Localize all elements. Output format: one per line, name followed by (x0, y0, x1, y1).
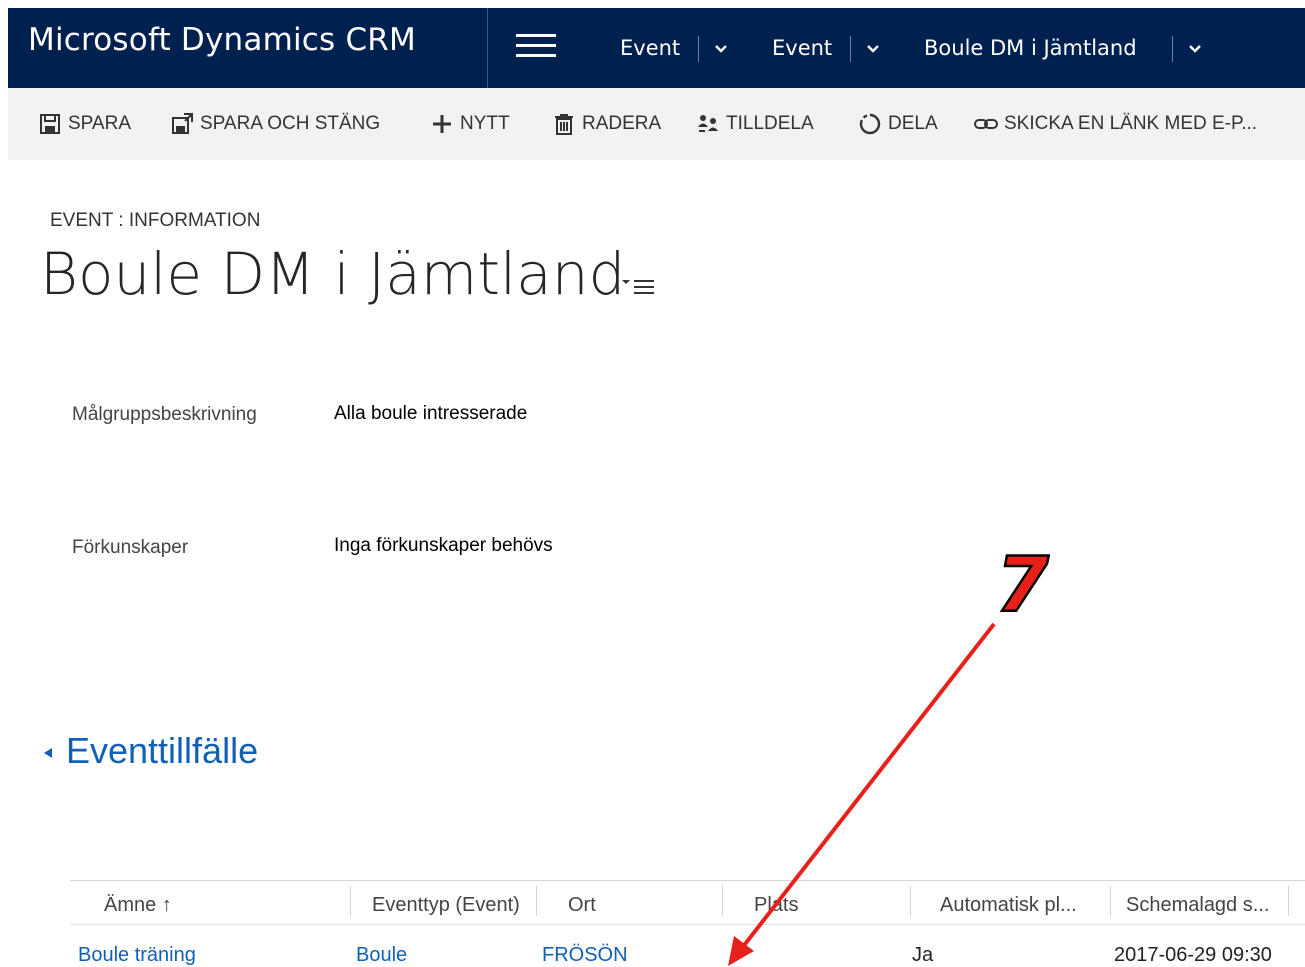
save-icon (38, 112, 62, 136)
save-label: SPARA (68, 113, 132, 134)
chevron-down-icon[interactable] (862, 38, 884, 60)
column-header-location[interactable]: Plats (754, 894, 798, 917)
chevron-down-icon[interactable] (1184, 38, 1206, 60)
column-separator (722, 886, 723, 916)
delete-label: RADERA (582, 113, 662, 134)
share-icon (858, 112, 882, 136)
column-header-scheduled[interactable]: Schemalagd s... (1126, 894, 1269, 917)
app-title[interactable]: Microsoft Dynamics CRM (28, 22, 416, 58)
column-header-city[interactable]: Ort (568, 894, 596, 917)
breadcrumb-separator (698, 36, 699, 62)
column-separator (350, 886, 351, 916)
top-navigation-bar: Microsoft Dynamics CRM Event Event Boule… (8, 8, 1305, 88)
target-group-value[interactable]: Alla boule intresserade (334, 403, 527, 425)
row-automatic-cell: Ja (912, 944, 934, 966)
section-collapse-icon[interactable] (42, 745, 56, 759)
share-label: DELA (888, 113, 938, 134)
delete-button[interactable]: RADERA (552, 110, 661, 138)
breadcrumb-entity[interactable]: Event (772, 36, 832, 60)
breadcrumb-separator (850, 36, 851, 62)
column-header-subject[interactable]: Ämne ↑ (104, 894, 172, 917)
column-separator (910, 886, 911, 916)
breadcrumb-record[interactable]: Boule DM i Jämtland (924, 36, 1137, 60)
trash-icon (552, 112, 576, 136)
email-link-button[interactable]: SKICKA EN LÄNK MED E-P... (974, 110, 1257, 138)
column-separator (1288, 886, 1289, 916)
row-scheduled-cell: 2017-06-29 09:30 (1114, 944, 1272, 966)
link-icon (974, 112, 998, 136)
grid-border (70, 880, 1305, 881)
save-and-close-label: SPARA OCH STÄNG (200, 113, 381, 134)
save-button[interactable]: SPARA (38, 110, 131, 138)
command-bar: SPARA SPARA OCH STÄNG NYTT RADERA TILLDE… (8, 88, 1305, 160)
row-event-type-link[interactable]: Boule (356, 944, 407, 967)
column-header-event-type[interactable]: Eventtyp (Event) (372, 894, 520, 917)
breadcrumb-area[interactable]: Event (620, 36, 680, 60)
share-button[interactable]: DELA (858, 110, 938, 138)
save-close-icon (170, 112, 194, 136)
chevron-down-icon[interactable] (710, 38, 732, 60)
form-type-label[interactable]: EVENT : INFORMATION (50, 210, 260, 232)
column-separator (536, 886, 537, 916)
column-header-automatic[interactable]: Automatisk pl... (940, 894, 1077, 917)
record-title: Boule DM i Jämtland (40, 240, 626, 308)
annotation-number: 7 (995, 545, 1050, 625)
prerequisites-value[interactable]: Inga förkunskaper behövs (334, 535, 553, 557)
form-selector-icon[interactable] (620, 276, 656, 296)
hamburger-menu-icon[interactable] (516, 34, 556, 62)
new-button[interactable]: NYTT (430, 110, 510, 138)
prerequisites-label: Förkunskaper (72, 537, 189, 558)
assign-icon (696, 112, 720, 136)
plus-icon (430, 112, 454, 136)
grid-header-divider (70, 924, 1305, 925)
section-title[interactable]: Eventtillfälle (66, 730, 258, 772)
row-subject-link[interactable]: Boule träning (78, 944, 196, 967)
column-separator (1110, 886, 1111, 916)
event-occasion-grid: Ämne ↑ Eventtyp (Event) Ort Plats Automa… (70, 880, 1305, 966)
row-city-link[interactable]: FRÖSÖN (542, 944, 628, 967)
email-link-label: SKICKA EN LÄNK MED E-P... (1004, 113, 1258, 134)
assign-label: TILLDELA (726, 113, 814, 134)
annotation-number-text: 7 (996, 545, 1049, 625)
breadcrumb-separator (1172, 36, 1173, 62)
assign-button[interactable]: TILLDELA (696, 110, 814, 138)
nav-divider (487, 8, 488, 88)
new-label: NYTT (460, 113, 510, 134)
target-group-label: Målgruppsbeskrivning (72, 404, 257, 425)
save-and-close-button[interactable]: SPARA OCH STÄNG (170, 110, 380, 138)
